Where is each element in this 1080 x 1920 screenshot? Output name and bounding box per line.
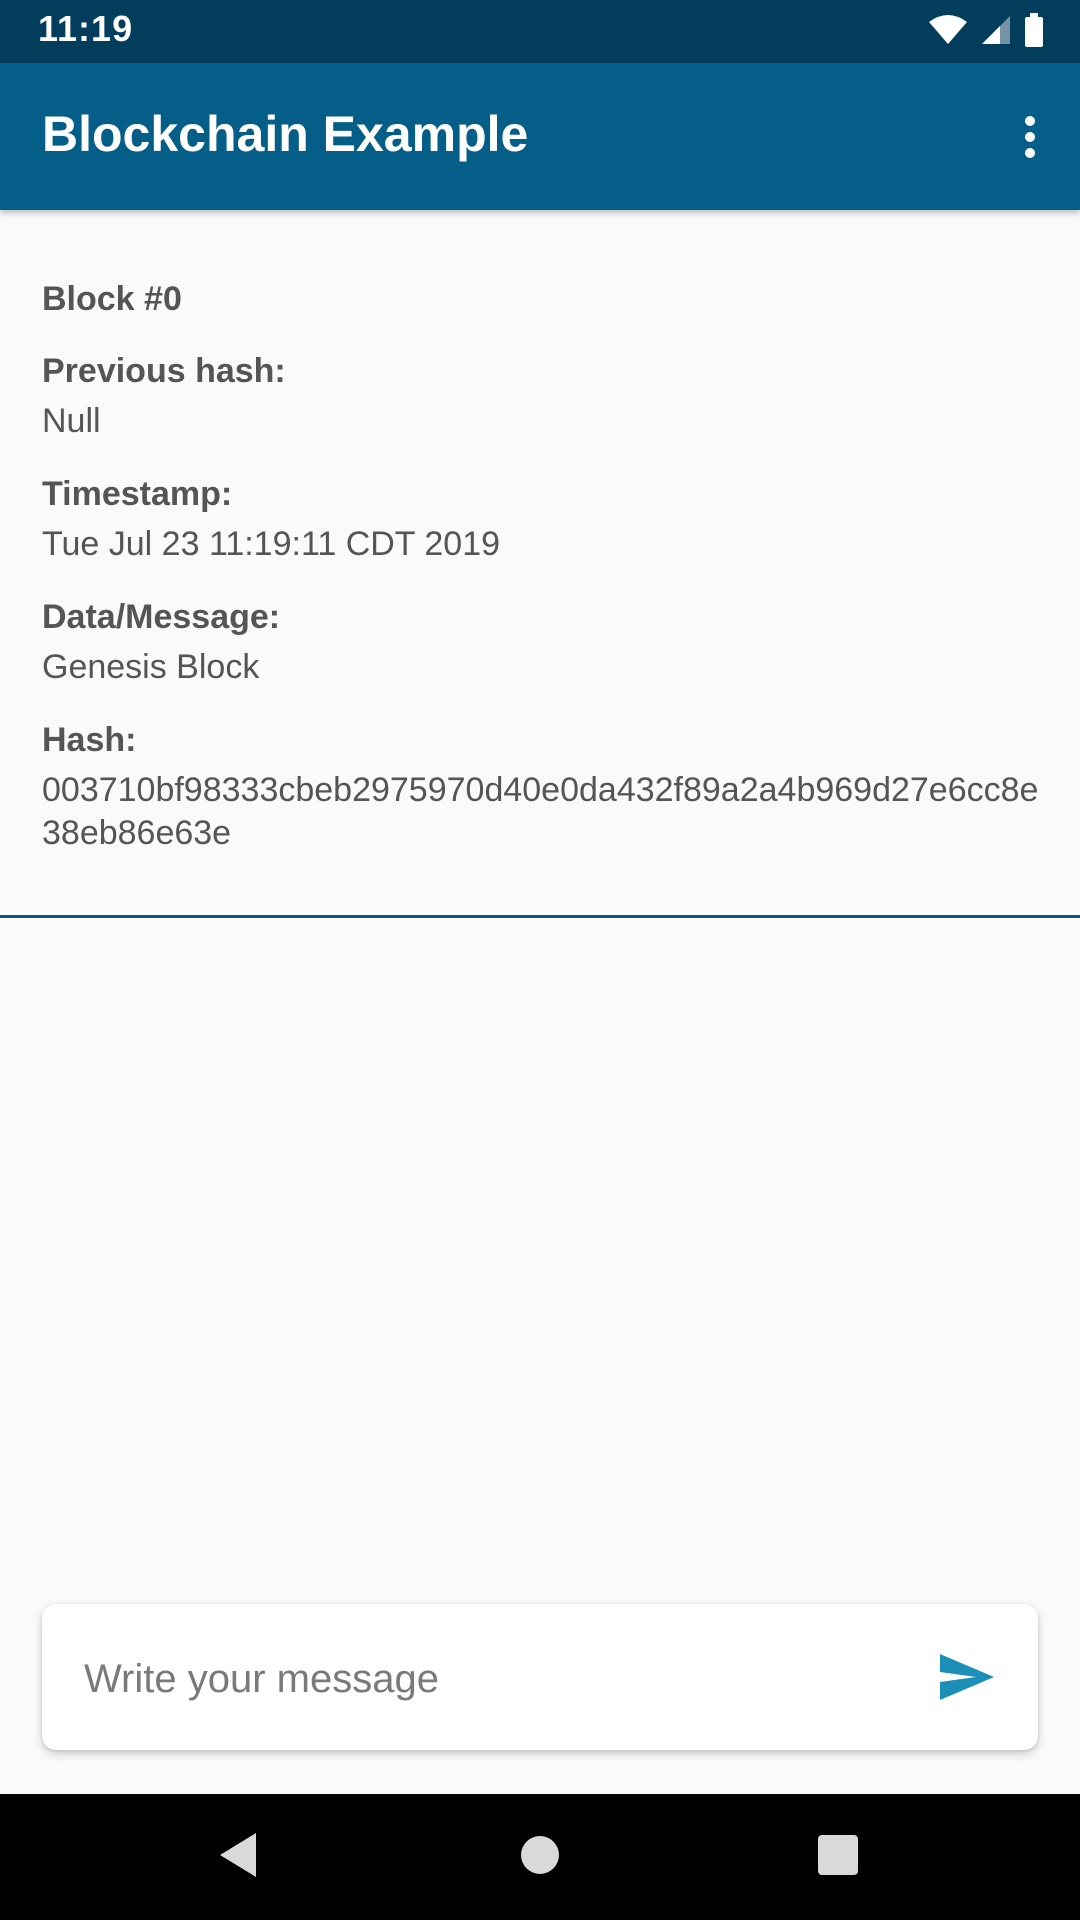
wifi-icon [928,14,968,51]
nav-home-button[interactable] [504,1821,576,1893]
home-icon [520,1835,560,1880]
send-button[interactable] [932,1644,1002,1714]
more-vert-icon [1024,115,1036,164]
recents-icon [818,1834,858,1880]
timestamp-label: Timestamp: [42,475,233,513]
nav-recents-button[interactable] [802,1821,874,1893]
block-card: Block #0 Previous hash: Null Timestamp: … [0,210,1080,918]
data-message-value: Genesis Block [42,648,260,686]
hash-label: Hash: [42,721,137,759]
cellular-signal-icon [980,14,1012,51]
timestamp-value: Tue Jul 23 11:19:11 CDT 2019 [42,525,501,563]
block-heading: Block #0 [42,280,182,318]
message-input[interactable] [84,1644,904,1714]
previous-hash-value: Null [42,402,101,440]
navigation-bar [0,1794,1080,1920]
message-composer [42,1604,1038,1750]
status-time: 11:19 [38,8,134,49]
app-title: Blockchain Example [42,106,529,162]
back-icon [216,1831,260,1884]
battery-icon [1024,12,1044,52]
send-icon [938,1652,996,1707]
hash-value: 003710bf98333cbeb2975970d40e0da432f89a2a… [42,771,1039,852]
status-icons [928,12,1044,52]
status-bar: 11:19 [0,0,1080,63]
overflow-menu-button[interactable] [994,103,1066,175]
nav-back-button[interactable] [202,1821,274,1893]
app-bar: Blockchain Example [0,63,1080,210]
previous-hash-label: Previous hash: [42,352,286,390]
data-message-label: Data/Message: [42,598,281,636]
